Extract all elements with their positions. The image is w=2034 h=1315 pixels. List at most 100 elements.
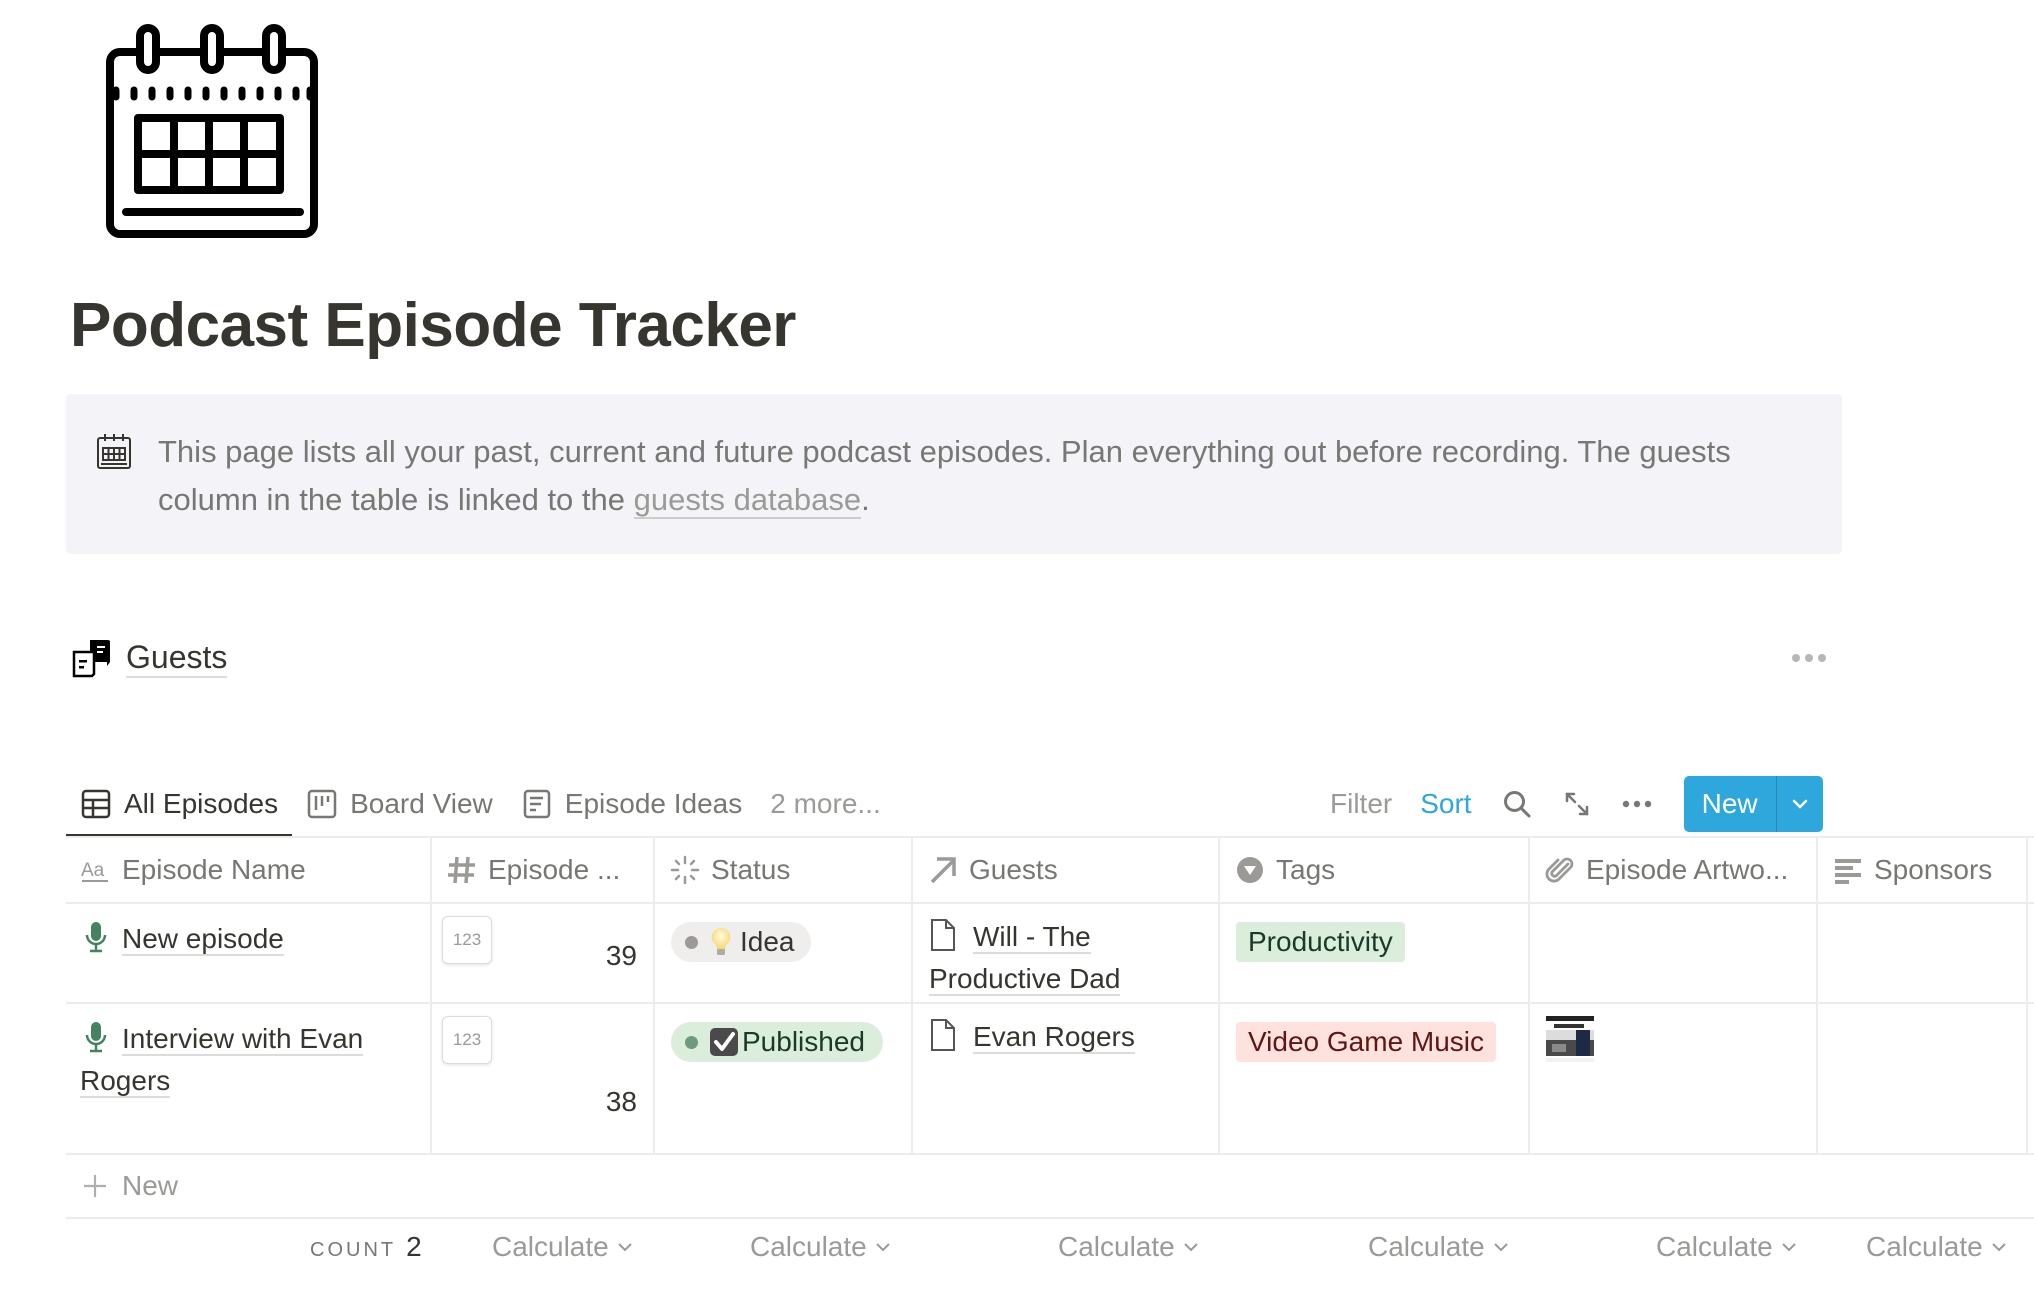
more-horizontal-icon[interactable]: [1620, 787, 1654, 821]
calculate-label: Calculate: [492, 1231, 609, 1262]
calculate-dropdown-sponsors[interactable]: Calculate: [1866, 1231, 2007, 1263]
chat-documents-icon: [72, 640, 110, 678]
guests-database-link[interactable]: guests database: [633, 482, 862, 519]
tag-badge[interactable]: Video Game Music: [1236, 1022, 1497, 1062]
status-dot: [685, 1035, 698, 1049]
search-icon[interactable]: [1500, 787, 1534, 821]
column-header-episode-name[interactable]: Aa Episode Name: [66, 838, 432, 902]
tag-badge[interactable]: Productivity: [1236, 922, 1405, 962]
chevron-down-icon: [1992, 1243, 2006, 1252]
column-header-guests[interactable]: Guests: [913, 838, 1220, 902]
artwork-cell[interactable]: [1530, 904, 1818, 1002]
column-edge: [2028, 838, 2034, 902]
guest-link[interactable]: Evan Rogers: [973, 1021, 1135, 1054]
episode-name-link[interactable]: New episode: [122, 923, 284, 956]
table-row[interactable]: Interview with Evan Rogers 123 38 Publis…: [66, 1004, 2034, 1155]
sponsors-cell[interactable]: [1818, 1004, 2028, 1153]
column-label: Guests: [969, 854, 1058, 885]
calculate-label: Calculate: [750, 1231, 867, 1262]
status-icon: [670, 855, 700, 885]
status-cell[interactable]: Published: [655, 1004, 913, 1153]
calendar-icon: [97, 434, 131, 469]
artwork-thumbnail[interactable]: [1546, 1016, 1594, 1062]
select-icon: [1237, 857, 1263, 883]
page-title: Podcast Episode Tracker: [70, 291, 796, 360]
calculate-label: Calculate: [1656, 1231, 1773, 1262]
tab-label: Board View: [350, 788, 493, 819]
new-button[interactable]: New: [1684, 776, 1777, 832]
status-badge[interactable]: Published: [671, 1022, 883, 1062]
column-edge: [2028, 1004, 2034, 1153]
episodes-table: Aa Episode Name Episode ... Status Guest…: [66, 838, 2034, 1219]
database-title[interactable]: Guests: [126, 638, 228, 678]
calculate-label: Calculate: [1368, 1231, 1485, 1262]
filter-button[interactable]: Filter: [1330, 788, 1392, 820]
calendar-icon[interactable]: [104, 22, 320, 240]
status-cell[interactable]: Idea: [655, 904, 913, 1002]
episode-name-link[interactable]: Interview with Evan Rogers: [80, 1023, 364, 1098]
number-icon[interactable]: 123: [442, 916, 492, 964]
chevron-down-icon: [876, 1243, 890, 1252]
count-summary[interactable]: COUNT 2: [310, 1231, 422, 1263]
episode-name-cell[interactable]: Interview with Evan Rogers: [66, 1004, 432, 1153]
tab-episode-ideas[interactable]: Episode Ideas: [507, 772, 756, 836]
tags-cell[interactable]: Productivity: [1220, 904, 1530, 1002]
tab-board-view[interactable]: Board View: [292, 772, 507, 836]
column-header-tags[interactable]: Tags: [1220, 838, 1530, 902]
text-lines-icon: [1835, 859, 1861, 884]
guests-cell[interactable]: Will - The Productive Dad: [913, 904, 1220, 1002]
sponsors-cell[interactable]: [1818, 904, 2028, 1002]
calculate-dropdown-guests[interactable]: Calculate: [1058, 1231, 1199, 1263]
calculate-dropdown-status[interactable]: Calculate: [750, 1231, 891, 1263]
svg-text:Aa: Aa: [81, 860, 105, 881]
status-badge[interactable]: Idea: [671, 922, 811, 962]
chevron-down-icon[interactable]: [1777, 776, 1823, 832]
sort-button[interactable]: Sort: [1420, 788, 1471, 820]
column-edge: [2028, 904, 2034, 1002]
lightbulb-icon: [708, 927, 734, 957]
column-header-sponsors[interactable]: Sponsors: [1818, 838, 2028, 902]
count-label: COUNT: [310, 1239, 397, 1261]
column-label: Sponsors: [1874, 854, 1993, 885]
episode-number: 38: [605, 1086, 637, 1117]
status-label: Published: [742, 1026, 865, 1057]
calculate-dropdown-artwork[interactable]: Calculate: [1656, 1231, 1797, 1263]
add-row-button[interactable]: New: [66, 1155, 2034, 1219]
episode-number-cell[interactable]: 123 38: [432, 1004, 655, 1153]
guests-cell[interactable]: Evan Rogers: [913, 1004, 1220, 1153]
microphone-icon: [85, 922, 107, 953]
column-label: Status: [711, 854, 791, 885]
paperclip-icon: [1545, 857, 1574, 883]
checkbox-checked-icon: [708, 1027, 740, 1057]
hash-icon: [448, 856, 475, 884]
episode-name-cell[interactable]: New episode: [66, 904, 432, 1002]
column-label: Episode Artwo...: [1586, 854, 1789, 885]
artwork-cell[interactable]: [1530, 1004, 1818, 1153]
episode-number-cell[interactable]: 123 39: [432, 904, 655, 1002]
more-horizontal-icon[interactable]: [1792, 648, 1826, 668]
add-row-label: New: [122, 1170, 179, 1201]
tab-all-episodes[interactable]: All Episodes: [66, 772, 293, 838]
tags-cell[interactable]: Video Game Music: [1220, 1004, 1530, 1153]
chevron-down-icon: [1782, 1243, 1796, 1252]
chevron-down-icon: [1494, 1243, 1508, 1252]
database-toolbar: Filter Sort New: [1330, 772, 1823, 836]
plus-icon: [84, 1175, 106, 1197]
calculate-label: Calculate: [1058, 1231, 1175, 1262]
column-header-episode-artwork[interactable]: Episode Artwo...: [1530, 838, 1818, 902]
list-icon: [523, 789, 551, 819]
number-icon[interactable]: 123: [442, 1016, 492, 1064]
table-row[interactable]: New episode 123 39 Idea Will - The Produ…: [66, 904, 2034, 1004]
page-icon: [931, 919, 955, 951]
count-value: 2: [406, 1231, 422, 1262]
chevron-down-icon: [618, 1243, 632, 1252]
calculate-dropdown-episode-number[interactable]: Calculate: [492, 1231, 633, 1263]
guest-link[interactable]: Will - The Productive Dad: [929, 921, 1121, 996]
expand-icon[interactable]: [1560, 787, 1594, 821]
column-label: Episode Name: [122, 854, 306, 885]
view-tabs: All Episodes Board View Episode Ideas 2 …: [66, 772, 895, 838]
calculate-dropdown-tags[interactable]: Calculate: [1368, 1231, 1509, 1263]
column-header-status[interactable]: Status: [655, 838, 913, 902]
column-header-episode-number[interactable]: Episode ...: [432, 838, 655, 902]
more-views-button[interactable]: 2 more...: [756, 788, 894, 820]
